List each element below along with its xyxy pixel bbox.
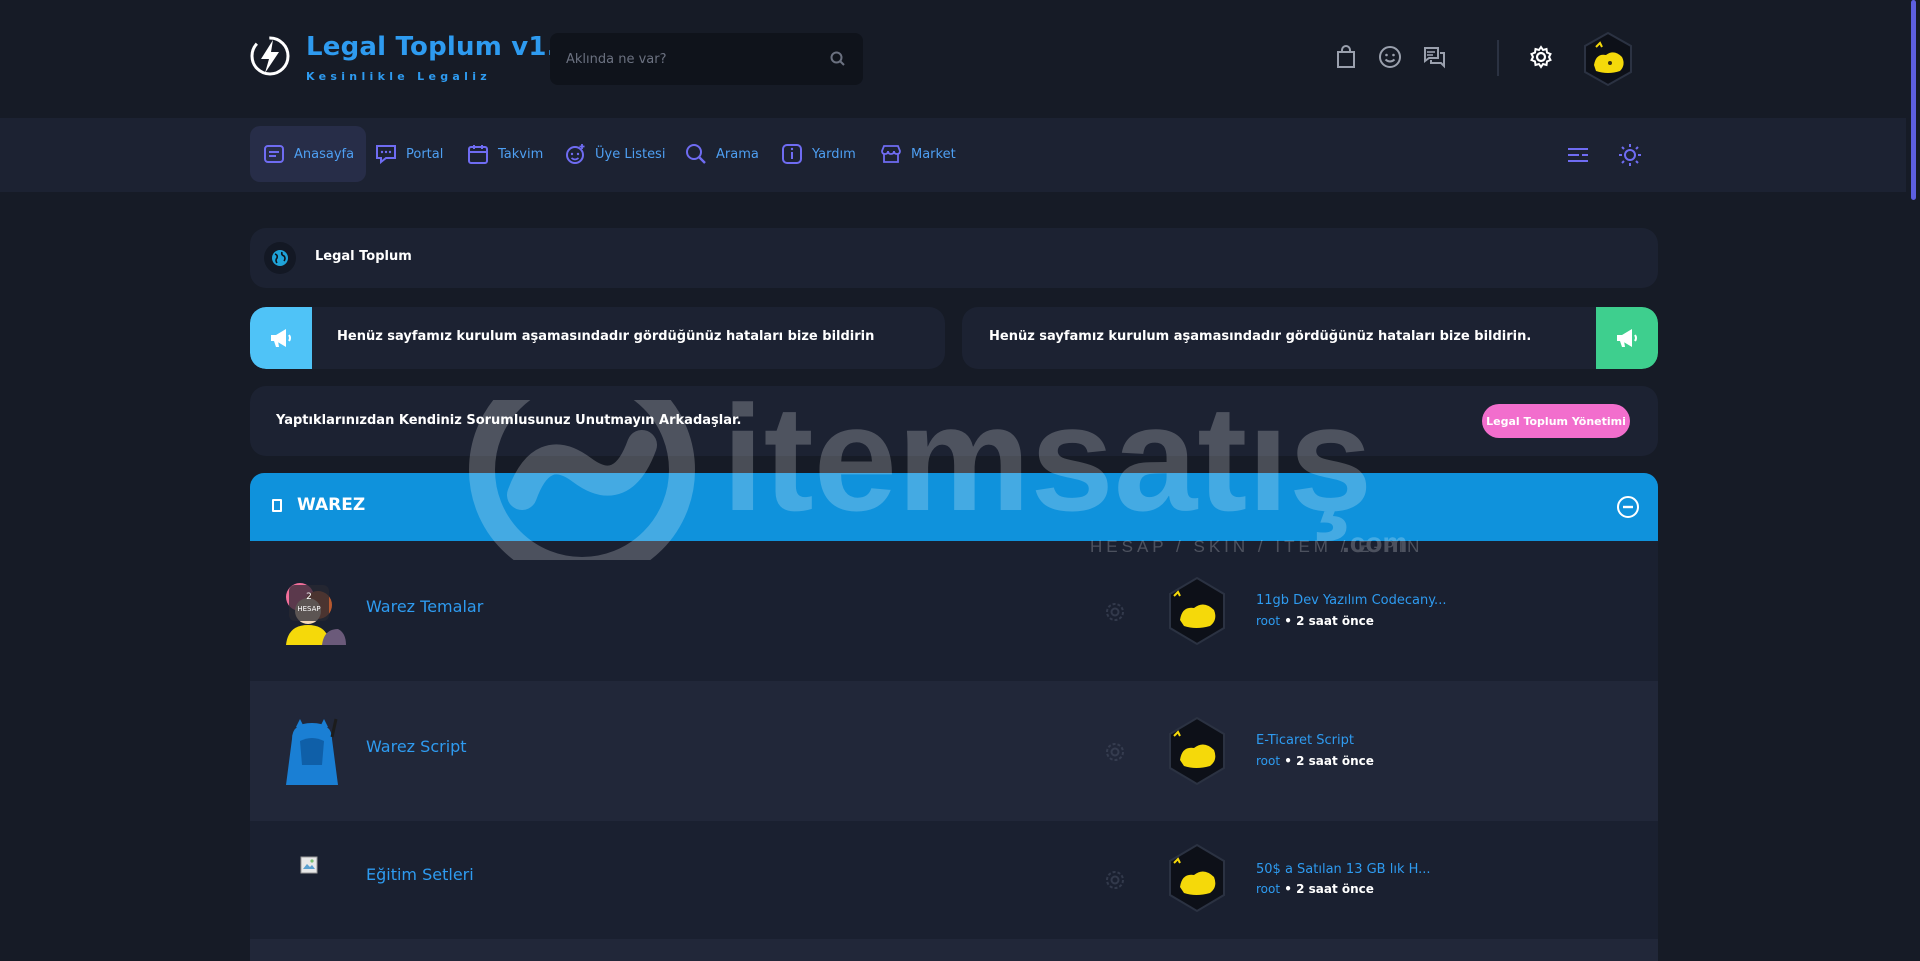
- last-post-user[interactable]: root: [1256, 754, 1280, 768]
- smiley-icon[interactable]: [1377, 44, 1403, 70]
- last-post-time: 2 saat önce: [1296, 754, 1374, 768]
- search-input[interactable]: [566, 33, 816, 85]
- last-post-user[interactable]: root: [1256, 614, 1280, 628]
- category-header: WAREZ: [250, 473, 1658, 541]
- forum-name[interactable]: Warez Temalar: [366, 597, 483, 616]
- portal-icon: [376, 145, 396, 165]
- top-bar: Legal Toplum v1.0 Kesinlikle Legaliz: [0, 0, 1906, 118]
- main-nav: Anasayfa Portal Takvim Üye Listesi Arama…: [0, 118, 1906, 192]
- nav-label: Arama: [716, 146, 759, 162]
- store-icon: [881, 145, 901, 163]
- notice-text: Henüz sayfamız kurulum aşamasındadır gör…: [337, 329, 875, 344]
- last-post-avatar[interactable]: [1166, 576, 1228, 646]
- notice-right: Henüz sayfamız kurulum aşamasındadır gör…: [962, 307, 1658, 369]
- lightning-logo-icon[interactable]: [248, 34, 292, 78]
- last-post-title[interactable]: E-Ticaret Script: [1256, 733, 1354, 748]
- nav-item-portal[interactable]: Portal: [362, 126, 455, 182]
- gear-icon: [1106, 603, 1124, 621]
- notice-left: Henüz sayfamız kurulum aşamasındadır gör…: [250, 307, 945, 369]
- members-icon: [566, 144, 585, 164]
- notice-text: Henüz sayfamız kurulum aşamasındadır gör…: [989, 329, 1532, 344]
- nav-label: Market: [911, 146, 956, 162]
- globe-icon[interactable]: [264, 242, 296, 274]
- calendar-icon: [468, 145, 488, 164]
- shopping-bag-icon[interactable]: [1333, 44, 1359, 70]
- user-avatar[interactable]: [1580, 31, 1636, 87]
- disclaimer-text: Yaptıklarınızdan Kendiniz Sorumlusunuz U…: [276, 413, 742, 428]
- disclaimer-banner: Yaptıklarınızdan Kendiniz Sorumlusunuz U…: [250, 386, 1658, 456]
- forum-thumbnail[interactable]: [278, 717, 346, 785]
- scrollbar-thumb[interactable]: [1911, 0, 1916, 200]
- last-post-meta: root • 2 saat önce: [1256, 614, 1374, 628]
- forum-row: [250, 939, 1658, 961]
- badge-label: HESAP: [297, 605, 321, 613]
- messages-icon[interactable]: [1421, 44, 1447, 70]
- search-icon: [686, 144, 706, 164]
- last-post-meta: root • 2 saat önce: [1256, 754, 1374, 768]
- info-icon: [782, 144, 802, 164]
- menu-lines-icon[interactable]: [1565, 142, 1591, 168]
- nav-item-yardim[interactable]: Yardım: [768, 126, 868, 182]
- breadcrumb-label[interactable]: Legal Toplum: [315, 249, 412, 264]
- sun-theme-icon[interactable]: [1617, 142, 1643, 168]
- nav-item-uye-listesi[interactable]: Üye Listesi: [551, 126, 677, 182]
- page-scrollbar[interactable]: [1906, 0, 1920, 961]
- category-title[interactable]: WAREZ: [297, 495, 365, 515]
- gear-icon: [1106, 871, 1124, 889]
- nav-item-market[interactable]: Market: [867, 126, 968, 182]
- gear-icon: [1106, 743, 1124, 761]
- nav-item-takvim[interactable]: Takvim: [454, 126, 555, 182]
- search-icon[interactable]: [829, 50, 847, 68]
- collapse-icon[interactable]: [1616, 495, 1640, 519]
- last-post-time: 2 saat önce: [1296, 614, 1374, 628]
- last-post-time: 2 saat önce: [1296, 882, 1374, 896]
- category-icon: [272, 499, 282, 512]
- nav-label: Yardım: [812, 146, 856, 162]
- last-post-meta: root • 2 saat önce: [1256, 882, 1374, 896]
- megaphone-icon: [1596, 307, 1658, 369]
- nav-label: Portal: [406, 146, 444, 162]
- nav-label: Üye Listesi: [595, 146, 666, 162]
- site-subtitle: Kesinlikle Legaliz: [306, 70, 491, 83]
- settings-gear-icon[interactable]: [1528, 44, 1554, 70]
- search-box: [550, 33, 863, 85]
- megaphone-icon: [250, 307, 312, 369]
- topbar-divider: [1497, 40, 1499, 76]
- management-button[interactable]: Legal Toplum Yönetimi: [1482, 404, 1630, 438]
- last-post-avatar[interactable]: [1166, 716, 1228, 786]
- last-post-user[interactable]: root: [1256, 882, 1280, 896]
- forum-row: Eğitim Setleri 50$ a Satılan 13 GB lık H…: [250, 821, 1658, 939]
- forum-name[interactable]: Warez Script: [366, 737, 467, 756]
- forum-row: Warez Temalar 11gb Dev Yazılım Codecany.…: [250, 541, 1658, 681]
- last-post-avatar[interactable]: [1166, 843, 1228, 913]
- last-post-title[interactable]: 50$ a Satılan 13 GB lık H...: [1256, 862, 1431, 877]
- nav-item-anasayfa[interactable]: Anasayfa: [250, 126, 367, 182]
- nav-label: Anasayfa: [294, 146, 355, 162]
- nav-item-arama[interactable]: Arama: [672, 126, 771, 182]
- badge-number: 2: [306, 592, 312, 602]
- home-icon: [264, 145, 284, 163]
- nav-label: Takvim: [498, 146, 544, 162]
- forum-name[interactable]: Eğitim Setleri: [366, 865, 474, 884]
- site-title[interactable]: Legal Toplum v1.0: [306, 32, 575, 62]
- broken-image-icon[interactable]: [300, 856, 318, 874]
- breadcrumb: Legal Toplum: [250, 228, 1658, 288]
- last-post-title[interactable]: 11gb Dev Yazılım Codecany...: [1256, 593, 1446, 608]
- forum-row: Warez Script E-Ticaret Script root • 2 s…: [250, 681, 1658, 821]
- account-count-badge: 2 HESAP: [289, 585, 329, 621]
